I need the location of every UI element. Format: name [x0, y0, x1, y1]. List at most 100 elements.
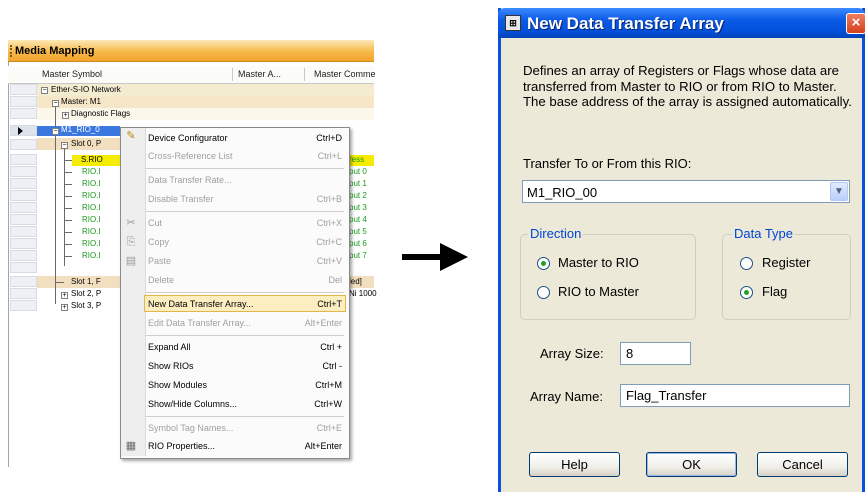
- comment-cell: put 6: [349, 239, 367, 248]
- menu-item-device-configurator[interactable]: Device Configurator Ctrl+D: [146, 130, 344, 147]
- context-menu-gutter: [121, 128, 146, 456]
- menu-item-disable-transfer[interactable]: Disable Transfer Ctrl+B: [146, 191, 344, 208]
- row-selector[interactable]: [10, 262, 37, 273]
- dialog-title: New Data Transfer Array: [527, 14, 724, 33]
- menu-item-paste[interactable]: Paste Ctrl+V: [146, 253, 344, 270]
- comment-cell: led]: [349, 277, 362, 286]
- array-size-label: Array Size:: [540, 346, 604, 361]
- row-selector[interactable]: [10, 190, 37, 201]
- help-button[interactable]: Help: [529, 452, 620, 477]
- tree-item-rio-input[interactable]: RIO.I: [82, 166, 101, 178]
- row-selector[interactable]: [10, 139, 37, 150]
- properties-icon: ▦: [125, 440, 137, 452]
- close-icon[interactable]: ×: [846, 13, 865, 34]
- radio-rio-to-master[interactable]: [537, 286, 550, 299]
- menu-item-show-hide-columns[interactable]: Show/Hide Columns... Ctrl+W: [146, 396, 344, 413]
- tree-item-rio-input[interactable]: RIO.I: [82, 214, 101, 226]
- radio-master-to-rio[interactable]: [537, 257, 550, 270]
- cancel-button[interactable]: Cancel: [757, 452, 848, 477]
- radio-flag-label[interactable]: Flag: [762, 284, 787, 299]
- menu-item-copy[interactable]: Copy Ctrl+C: [146, 234, 344, 251]
- row-selector[interactable]: [10, 108, 37, 119]
- row-selector-current[interactable]: [10, 125, 37, 136]
- current-row-icon: [18, 127, 23, 135]
- row-selector[interactable]: [10, 154, 37, 165]
- row-selector[interactable]: [10, 96, 37, 107]
- media-mapping-title-text: Media Mapping: [15, 45, 95, 57]
- row-selector[interactable]: [10, 276, 37, 287]
- menu-item-new-data-transfer-array[interactable]: New Data Transfer Array... Ctrl+T: [144, 295, 346, 312]
- tree-item-rio-input[interactable]: RIO.I: [82, 250, 101, 262]
- datatype-group-title: Data Type: [732, 226, 796, 241]
- column-master-symbol[interactable]: Master Symbol: [42, 69, 102, 79]
- row-selector[interactable]: [10, 300, 37, 311]
- menu-separator: [146, 416, 344, 417]
- tree-item-rio-input[interactable]: RIO.I: [82, 238, 101, 250]
- menu-item-symbol-tag-names[interactable]: Symbol Tag Names... Ctrl+E: [146, 420, 344, 437]
- cut-icon: ✂: [126, 217, 136, 229]
- column-master-address[interactable]: Master A...: [238, 69, 281, 79]
- tree-item-rio-input[interactable]: RIO.I: [82, 202, 101, 214]
- row-selector[interactable]: [10, 288, 37, 299]
- radio-rio-to-master-label[interactable]: RIO to Master: [558, 284, 639, 299]
- column-master-comment[interactable]: Master Comme: [314, 69, 376, 79]
- dialog-description: Defines an array of Registers or Flags w…: [523, 63, 852, 109]
- row-selector[interactable]: [10, 250, 37, 261]
- menu-item-edit-data-transfer-array[interactable]: Edit Data Transfer Array... Alt+Enter: [146, 315, 344, 332]
- array-size-input[interactable]: 8: [620, 342, 691, 365]
- radio-register-label[interactable]: Register: [762, 255, 810, 270]
- tree-item-rio-input[interactable]: RIO.I: [82, 226, 101, 238]
- menu-separator: [146, 335, 344, 336]
- grip-icon: [10, 45, 14, 57]
- transfer-rio-label: Transfer To or From this RIO:: [523, 156, 692, 171]
- wrench-icon: ✎: [126, 130, 136, 142]
- transfer-rio-select[interactable]: M1_RIO_00 ▼: [522, 180, 850, 203]
- ok-button[interactable]: OK: [646, 452, 737, 477]
- menu-item-delete[interactable]: Delete Del: [146, 272, 344, 289]
- row-selector[interactable]: [10, 238, 37, 249]
- menu-item-show-modules[interactable]: Show Modules Ctrl+M: [146, 377, 344, 394]
- tree-item-srio[interactable]: S.RIO: [81, 154, 103, 166]
- comment-cell: put 2: [349, 191, 367, 200]
- row-selector[interactable]: [10, 166, 37, 177]
- radio-register[interactable]: [740, 257, 753, 270]
- dialog-app-icon: ⊞: [505, 15, 521, 31]
- comment-cell: Ni 1000: [349, 289, 377, 298]
- comment-cell: put 0: [349, 167, 367, 176]
- paste-icon: ▤: [125, 255, 137, 267]
- arrow-right-icon: [402, 243, 468, 271]
- chevron-down-icon[interactable]: ▼: [830, 182, 848, 201]
- menu-item-expand-all[interactable]: Expand All Ctrl +: [146, 339, 344, 356]
- radio-master-to-rio-label[interactable]: Master to RIO: [558, 255, 639, 270]
- row-selector[interactable]: [10, 178, 37, 189]
- direction-group: [520, 234, 696, 320]
- tree-item-network[interactable]: Ether-S-IO Network: [51, 84, 121, 96]
- row-selector[interactable]: [10, 214, 37, 225]
- radio-flag[interactable]: [740, 286, 753, 299]
- array-name-label: Array Name:: [530, 389, 603, 404]
- datatype-group: [722, 234, 851, 320]
- row-selector[interactable]: [10, 202, 37, 213]
- menu-item-cut[interactable]: Cut Ctrl+X: [146, 215, 344, 232]
- menu-item-rio-properties[interactable]: RIO Properties... Alt+Enter: [146, 438, 344, 455]
- menu-item-data-transfer-rate[interactable]: Data Transfer Rate...: [146, 172, 344, 189]
- menu-item-show-rios[interactable]: Show RIOs Ctrl -: [146, 358, 344, 375]
- tree-item-rio-input[interactable]: RIO.I: [82, 178, 101, 190]
- comment-cell: put 3: [349, 203, 367, 212]
- tree-item-slot2[interactable]: Slot 2, P: [71, 288, 101, 300]
- row-selector[interactable]: [10, 84, 37, 95]
- row-selector[interactable]: [10, 226, 37, 237]
- comment-cell: put 4: [349, 215, 367, 224]
- tree-item-rio[interactable]: M1_RIO_0: [61, 124, 100, 136]
- comment-cell: put 1: [349, 179, 367, 188]
- tree-item-slot0[interactable]: Slot 0, P: [71, 138, 101, 150]
- tree-item-slot3[interactable]: Slot 3, P: [71, 300, 101, 312]
- tree-item-diagnostic-flags[interactable]: Diagnostic Flags: [71, 108, 130, 120]
- tree-item-rio-input[interactable]: RIO.I: [82, 190, 101, 202]
- menu-item-cross-reference[interactable]: Cross-Reference List Ctrl+L: [146, 148, 344, 165]
- tree-item-master[interactable]: Master: M1: [61, 96, 101, 108]
- array-name-input[interactable]: Flag_Transfer: [620, 384, 850, 407]
- direction-group-title: Direction: [528, 226, 584, 241]
- tree-item-slot1[interactable]: Slot 1, F: [71, 276, 101, 288]
- comment-cell: put 5: [349, 227, 367, 236]
